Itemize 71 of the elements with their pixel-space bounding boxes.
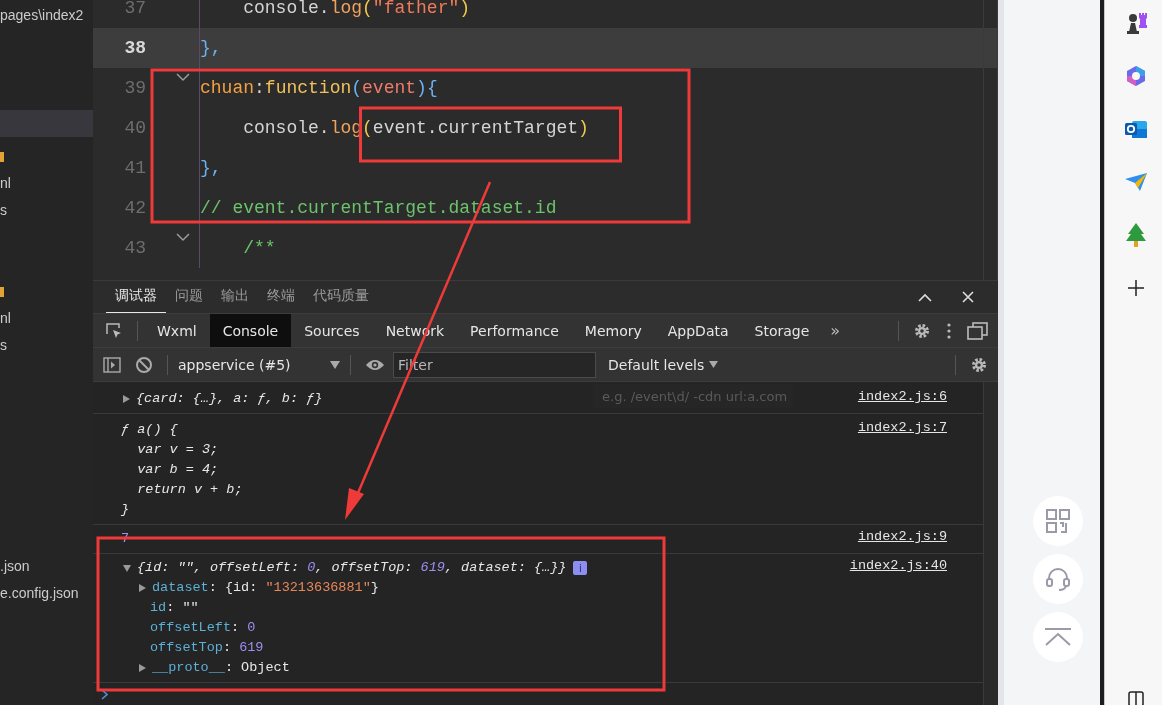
collapsed-triangle-icon[interactable] xyxy=(123,395,130,403)
collapsed-triangle-icon[interactable] xyxy=(139,664,146,672)
more-vertical-icon[interactable] xyxy=(947,322,951,339)
source-link[interactable]: index2.js:7 xyxy=(857,420,947,435)
path-label: pages\index2 xyxy=(0,7,84,23)
file-name: s xyxy=(0,201,7,218)
console-output: ƒ a() { var v = 3; var b = 4; return v + b; } xyxy=(120,421,244,519)
source-link[interactable]: index2.js:9 xyxy=(857,529,947,544)
support-button[interactable] xyxy=(1033,554,1083,604)
context-select[interactable]: appservice (#5) xyxy=(174,356,344,373)
dock-icon[interactable] xyxy=(967,321,988,340)
levels-dropdown[interactable]: Default levels xyxy=(602,355,725,374)
caret-icon xyxy=(330,360,340,369)
devtools-tab[interactable]: Memory xyxy=(571,314,655,347)
property-line: __proto__: Object xyxy=(152,659,290,677)
qr-code-icon xyxy=(1046,509,1070,533)
file-name: nl xyxy=(0,174,11,191)
line-number: 43 xyxy=(123,238,146,258)
inspect-icon[interactable] xyxy=(105,321,123,340)
code-line: /** xyxy=(199,228,276,268)
settings-icon[interactable] xyxy=(913,321,931,340)
eye-icon[interactable] xyxy=(365,357,385,372)
source-link[interactable]: index2.js:40 xyxy=(849,558,947,573)
chevron-down-icon[interactable] xyxy=(175,233,190,242)
line-number: 41 xyxy=(123,158,146,178)
line-number: 39 xyxy=(123,78,146,98)
clear-icon[interactable] xyxy=(135,355,153,374)
code-line: }, xyxy=(199,28,222,68)
devtools-tab[interactable]: Storage xyxy=(741,314,823,347)
scrollbar[interactable] xyxy=(983,382,998,705)
caret-icon xyxy=(709,361,719,368)
chevron-up-icon[interactable] xyxy=(918,292,932,302)
property-line: id: "" xyxy=(150,599,199,617)
file-name: nl xyxy=(0,309,11,326)
console-output: {id: "", offsetLeft: 0, offsetTop: 619, dataset: {…}} xyxy=(137,559,567,577)
panel-tab[interactable]: 输出 xyxy=(212,280,258,314)
panel-tab[interactable]: 代码质量 xyxy=(304,280,378,314)
devtools-tab[interactable]: Sources xyxy=(291,314,373,347)
panel-tab[interactable]: 问题 xyxy=(166,280,212,314)
expanded-triangle-icon[interactable] xyxy=(123,564,131,572)
file-name: e.config.json xyxy=(0,584,79,601)
line-number: 42 xyxy=(123,198,146,218)
file-name: s xyxy=(0,336,7,353)
code-line: }, xyxy=(199,148,222,188)
console-output: {card: {…}, a: ƒ, b: ƒ} xyxy=(136,390,323,408)
settings-icon[interactable] xyxy=(970,355,988,374)
property-line: dataset: {id: "13213636881"} xyxy=(152,579,379,597)
line-number: 37 xyxy=(123,0,146,18)
panel-tab[interactable]: 终端 xyxy=(258,280,304,314)
property-line: offsetLeft: 0 xyxy=(150,619,256,637)
folder-icon xyxy=(0,284,4,297)
source-link[interactable]: index2.js:6 xyxy=(857,389,947,404)
devtools-tab[interactable]: AppData xyxy=(654,314,742,347)
devtools-tab[interactable]: Performance xyxy=(457,314,572,347)
line-number: 38 xyxy=(123,38,146,58)
property-line: offsetTop: 619 xyxy=(150,639,264,657)
chevron-down-icon[interactable] xyxy=(175,73,190,82)
more-tabs[interactable]: » xyxy=(830,321,841,340)
info-badge[interactable]: i xyxy=(573,561,588,575)
back-to-top-button[interactable] xyxy=(1033,612,1083,662)
collapsed-triangle-icon[interactable] xyxy=(139,584,146,592)
close-icon[interactable] xyxy=(962,291,974,303)
qr-code-button[interactable] xyxy=(1033,496,1083,546)
headset-icon xyxy=(1045,566,1071,592)
sidebar-toggle-icon[interactable] xyxy=(103,356,121,373)
devtools-tab[interactable]: Wxml xyxy=(144,314,210,347)
line-number: 40 xyxy=(123,118,146,138)
folder-icon xyxy=(0,149,4,162)
devtools-tab[interactable]: Console xyxy=(209,314,292,347)
file-name: .json xyxy=(0,557,30,574)
code-line: chuan:function(event){ xyxy=(199,68,438,108)
